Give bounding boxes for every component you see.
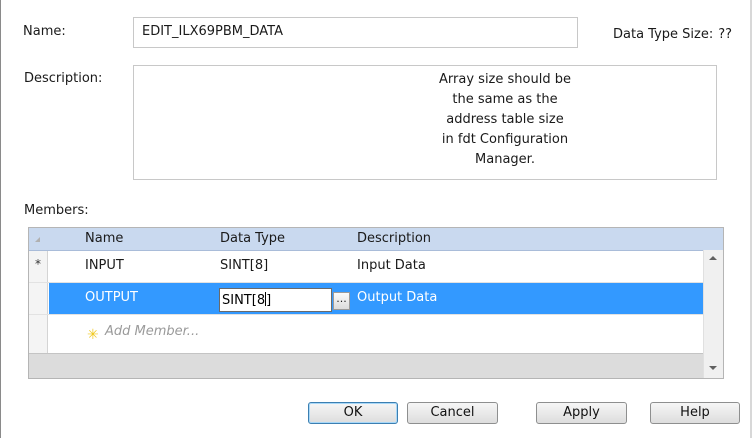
member-description-cell[interactable]: Input Data bbox=[357, 258, 426, 273]
column-header-description[interactable]: Description bbox=[357, 231, 431, 246]
add-member-row[interactable]: Add Member... bbox=[105, 324, 199, 339]
scroll-down-arrow-icon[interactable] bbox=[709, 366, 717, 370]
members-grid[interactable]: Name Data Type Description * INPUT SINT[… bbox=[28, 227, 724, 379]
table-row-selected[interactable]: OUTPUT Output Data bbox=[49, 283, 723, 314]
cancel-button[interactable]: Cancel bbox=[407, 402, 498, 424]
name-label: Name: bbox=[23, 24, 66, 39]
data-type-browse-button[interactable]: ... bbox=[333, 292, 350, 310]
row-marker: * bbox=[35, 257, 41, 271]
members-label: Members: bbox=[24, 203, 89, 218]
window-right-border bbox=[750, 0, 752, 438]
data-type-edit-input[interactable]: SINT[8] bbox=[219, 288, 332, 312]
apply-button[interactable]: Apply bbox=[536, 402, 627, 424]
description-textarea[interactable]: Array size should be the same as the add… bbox=[133, 65, 717, 180]
member-description-cell[interactable]: Output Data bbox=[357, 290, 437, 305]
description-label: Description: bbox=[24, 71, 103, 86]
column-header-data-type[interactable]: Data Type bbox=[220, 231, 285, 246]
vertical-scrollbar[interactable] bbox=[703, 250, 723, 378]
member-name-cell[interactable]: OUTPUT bbox=[85, 290, 138, 305]
ok-button[interactable]: OK bbox=[308, 402, 398, 424]
description-line: Array size should be bbox=[439, 72, 571, 87]
data-type-size-value: ?? bbox=[718, 27, 733, 42]
data-type-size: Data Type Size:?? bbox=[613, 27, 732, 42]
name-input[interactable]: EDIT_ILX69PBM_DATA bbox=[133, 17, 578, 48]
member-data-type-cell[interactable]: SINT[8] bbox=[220, 258, 268, 273]
select-all-corner-icon[interactable] bbox=[35, 237, 40, 242]
help-button[interactable]: Help bbox=[650, 402, 740, 424]
row-divider bbox=[29, 314, 723, 315]
description-line: Manager. bbox=[475, 152, 535, 167]
add-member-star-icon: ✳ bbox=[87, 327, 99, 343]
table-row[interactable]: * INPUT SINT[8] Input Data bbox=[29, 251, 723, 282]
member-name-cell[interactable]: INPUT bbox=[85, 258, 124, 273]
window-left-border bbox=[0, 0, 1, 438]
data-type-size-label: Data Type Size: bbox=[613, 27, 714, 42]
grid-empty-area bbox=[29, 353, 723, 378]
scroll-up-arrow-icon[interactable] bbox=[709, 256, 717, 260]
data-type-edit-text: SINT[8 bbox=[222, 293, 266, 308]
description-line: in fdt Configuration bbox=[441, 132, 569, 147]
grid-header: Name Data Type Description bbox=[29, 228, 723, 251]
column-header-name[interactable]: Name bbox=[85, 231, 123, 246]
data-type-edit-text-tail: ] bbox=[266, 293, 272, 308]
description-line: address table size bbox=[446, 112, 564, 127]
description-line: the same as the bbox=[452, 92, 558, 107]
